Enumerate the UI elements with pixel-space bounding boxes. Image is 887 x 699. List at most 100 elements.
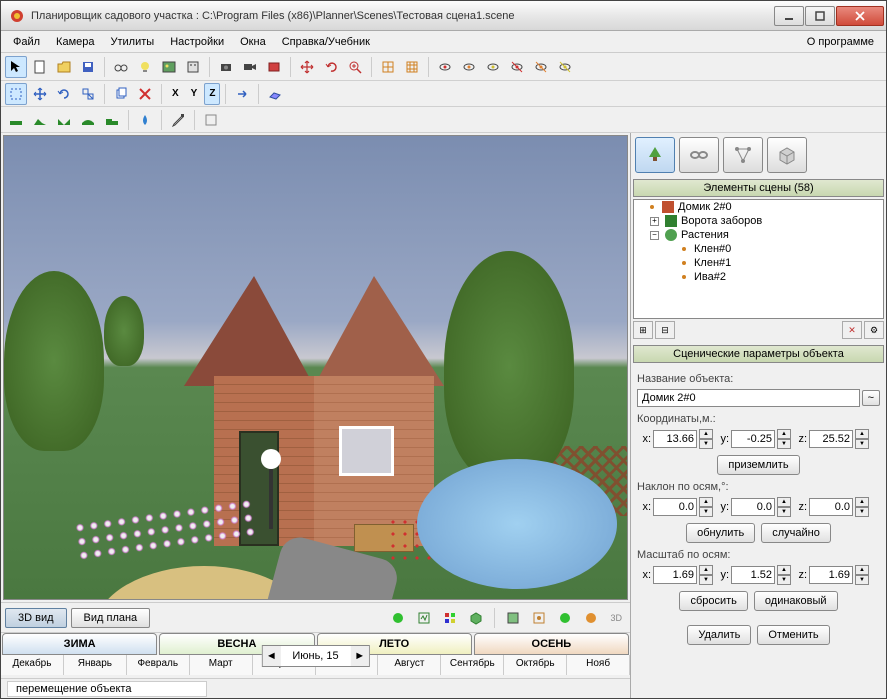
date-prev-button[interactable]: ◄: [262, 646, 280, 666]
terrain-edge-icon[interactable]: [101, 109, 123, 131]
scale-y-input[interactable]: [731, 566, 775, 584]
scene-tree[interactable]: Домик 2#0 + Ворота заборов − Растения Кл…: [633, 199, 884, 319]
delete-icon[interactable]: [134, 83, 156, 105]
scale-x-input[interactable]: [653, 566, 697, 584]
month-sep[interactable]: Сентябрь: [441, 655, 504, 675]
season-winter[interactable]: ЗИМА: [2, 633, 157, 655]
coord-z-spinner[interactable]: ▲▼: [855, 429, 869, 449]
zoom-in-icon[interactable]: [344, 56, 366, 78]
date-next-button[interactable]: ►: [351, 646, 369, 666]
eye-red-icon[interactable]: [434, 56, 456, 78]
random-tilt-button[interactable]: случайно: [761, 523, 831, 543]
image-icon[interactable]: [158, 56, 180, 78]
tree-delete-icon[interactable]: ✕: [842, 321, 862, 339]
delete-object-button[interactable]: Удалить: [687, 625, 751, 645]
tilt-y-input[interactable]: [731, 498, 775, 516]
tree-collapse-all-icon[interactable]: ⊟: [655, 321, 675, 339]
cancel-button[interactable]: Отменить: [757, 625, 829, 645]
view-opt2-icon[interactable]: [528, 607, 550, 629]
undo-icon[interactable]: [320, 56, 342, 78]
scale-icon[interactable]: [77, 83, 99, 105]
terrain-opts-icon[interactable]: [200, 109, 222, 131]
month-dec[interactable]: Декабрь: [1, 655, 64, 675]
tilt-x-input[interactable]: [653, 498, 697, 516]
eyedropper-icon[interactable]: [167, 109, 189, 131]
xy-plane-icon[interactable]: [264, 83, 286, 105]
camera-icon[interactable]: [215, 56, 237, 78]
view-3d-button[interactable]: 3D вид: [5, 608, 67, 628]
axis-x-button[interactable]: X: [167, 83, 184, 105]
uniform-scale-button[interactable]: одинаковый: [754, 591, 838, 611]
grid-tool-icon[interactable]: [377, 56, 399, 78]
open-file-icon[interactable]: [53, 56, 75, 78]
axis-z-button[interactable]: Z: [204, 83, 220, 105]
copy-icon[interactable]: [110, 83, 132, 105]
move-cross-icon[interactable]: [296, 56, 318, 78]
grid-tool2-icon[interactable]: [401, 56, 423, 78]
tree-props-icon[interactable]: ⚙: [864, 321, 884, 339]
eye-yellow2-icon[interactable]: [554, 56, 576, 78]
tree-row-maple0[interactable]: Клен#0: [634, 242, 883, 256]
menu-windows[interactable]: Окна: [232, 33, 274, 51]
video-icon[interactable]: [239, 56, 261, 78]
expand-icon[interactable]: +: [650, 217, 659, 226]
month-mar[interactable]: Март: [190, 655, 253, 675]
tree-row-gates[interactable]: + Ворота заборов: [634, 214, 883, 228]
menu-utilities[interactable]: Утилиты: [103, 33, 163, 51]
scale-z-input[interactable]: [809, 566, 853, 584]
eye-orange2-icon[interactable]: [530, 56, 552, 78]
redo-arrow-icon[interactable]: [231, 83, 253, 105]
collapse-icon[interactable]: −: [650, 231, 659, 240]
tilt-z-spinner[interactable]: ▲▼: [855, 497, 869, 517]
settings-icon[interactable]: [182, 56, 204, 78]
chart-box-icon[interactable]: [413, 607, 435, 629]
terrain-hill-icon[interactable]: [29, 109, 51, 131]
binoculars-icon[interactable]: [110, 56, 132, 78]
tree-row-house[interactable]: Домик 2#0: [634, 200, 883, 214]
month-jan[interactable]: Январь: [64, 655, 127, 675]
ground-button[interactable]: приземлить: [717, 455, 799, 475]
coord-y-spinner[interactable]: ▲▼: [777, 429, 791, 449]
tab-cube-icon[interactable]: [767, 137, 807, 173]
coord-z-input[interactable]: [809, 430, 853, 448]
marker-green2-icon[interactable]: [554, 607, 576, 629]
cursor-tool-icon[interactable]: [5, 56, 27, 78]
record-icon[interactable]: [263, 56, 285, 78]
menu-about[interactable]: О программе: [799, 33, 882, 51]
minimize-button[interactable]: [774, 6, 804, 26]
terrain-down-icon[interactable]: [53, 109, 75, 131]
menu-camera[interactable]: Камера: [48, 33, 102, 51]
box-green-icon[interactable]: [465, 607, 487, 629]
bulb-icon[interactable]: [134, 56, 156, 78]
menu-file[interactable]: Файл: [5, 33, 48, 51]
scale-y-spinner[interactable]: ▲▼: [777, 565, 791, 585]
move-icon[interactable]: [29, 83, 51, 105]
eye-yellow-icon[interactable]: [482, 56, 504, 78]
close-button[interactable]: [836, 6, 884, 26]
scale-x-spinner[interactable]: ▲▼: [699, 565, 713, 585]
reset-scale-button[interactable]: сбросить: [679, 591, 747, 611]
menu-settings[interactable]: Настройки: [162, 33, 232, 51]
terrain-smooth-icon[interactable]: [77, 109, 99, 131]
coord-x-input[interactable]: [653, 430, 697, 448]
marker-orange-icon[interactable]: [580, 607, 602, 629]
tree-row-plants[interactable]: − Растения: [634, 228, 883, 242]
month-nov[interactable]: Нояб: [567, 655, 630, 675]
eye-red2-icon[interactable]: [506, 56, 528, 78]
tree-row-maple1[interactable]: Клен#1: [634, 256, 883, 270]
viewport-3d[interactable]: [3, 135, 628, 600]
reset-tilt-button[interactable]: обнулить: [686, 523, 755, 543]
save-file-icon[interactable]: [77, 56, 99, 78]
month-feb[interactable]: Февраль: [127, 655, 190, 675]
eye-orange-icon[interactable]: [458, 56, 480, 78]
coord-y-input[interactable]: [731, 430, 775, 448]
palette-icon[interactable]: [439, 607, 461, 629]
tilt-y-spinner[interactable]: ▲▼: [777, 497, 791, 517]
view-opt1-icon[interactable]: [502, 607, 524, 629]
view-plan-button[interactable]: Вид плана: [71, 608, 151, 628]
new-file-icon[interactable]: [29, 56, 51, 78]
tree-row-willow2[interactable]: Ива#2: [634, 270, 883, 284]
tab-scene-icon[interactable]: [635, 137, 675, 173]
menu-help[interactable]: Справка/Учебник: [274, 33, 378, 51]
scale-z-spinner[interactable]: ▲▼: [855, 565, 869, 585]
